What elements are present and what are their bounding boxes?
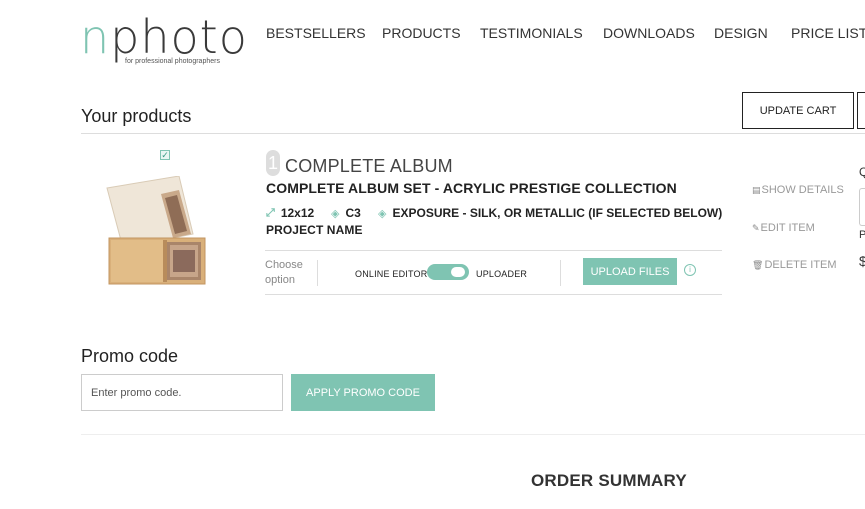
edit-icon: ✎ <box>752 222 760 233</box>
uploader-label: UPLOADER <box>476 269 528 279</box>
item-title: COMPLETE ALBUM <box>285 156 453 176</box>
edit-item-label: EDIT ITEM <box>760 222 815 234</box>
quantity-input-cut[interactable] <box>859 188 865 226</box>
apply-promo-button[interactable]: APPLY PROMO CODE <box>291 374 435 411</box>
nav-price-list[interactable]: PRICE LIST <box>791 25 865 41</box>
options-bottom-divider <box>265 294 722 295</box>
spec-cover-value: C3 <box>345 206 361 220</box>
online-editor-label: ONLINE EDITOR <box>355 269 428 279</box>
nav-downloads[interactable]: DOWNLOADS <box>603 25 695 41</box>
delete-item-link[interactable]: 🗑 DELETE ITEM <box>752 259 837 271</box>
layers-icon: ◈ <box>331 207 340 220</box>
promo-code-input[interactable]: Enter promo code. <box>81 374 283 411</box>
delete-item-label: DELETE ITEM <box>764 259 837 271</box>
layers-icon: ◈ <box>378 207 387 220</box>
options-separator-2 <box>560 260 561 286</box>
nav-design[interactable]: DESIGN <box>714 25 768 41</box>
logo-tagline: for professional photographers <box>125 58 220 65</box>
toggle-knob <box>451 267 465 277</box>
promo-placeholder: Enter promo code. <box>91 386 182 399</box>
order-summary-heading: ORDER SUMMARY <box>531 471 687 490</box>
logo-wordmark: nphoto <box>80 14 252 60</box>
show-details-label: SHOW DETAILS <box>761 184 844 196</box>
trash-icon: 🗑 <box>752 259 764 270</box>
edit-item-link[interactable]: ✎ EDIT ITEM <box>752 222 815 234</box>
update-cart-button[interactable]: UPDATE CART <box>742 92 854 129</box>
price-value-cut: $ <box>859 253 865 269</box>
nav-testimonials[interactable]: TESTIMONIALS <box>480 25 583 41</box>
promo-divider <box>81 434 865 435</box>
logo-letter-n: n <box>80 10 111 64</box>
show-details-link[interactable]: ▤ SHOW DETAILS <box>752 184 844 196</box>
nphoto-logo[interactable]: nphoto for professional photographers <box>80 14 252 68</box>
choose-option-line1: Choose <box>265 259 303 271</box>
quantity-label-cut: Q <box>859 165 865 179</box>
item-subtitle: COMPLETE ALBUM SET - ACRYLIC PRESTIGE CO… <box>266 180 677 196</box>
nav-products[interactable]: PRODUCTS <box>382 25 461 41</box>
project-name: PROJECT NAME <box>266 223 363 237</box>
nav-bestsellers[interactable]: BESTSELLERS <box>266 25 366 41</box>
choose-option-label: Choose option <box>265 258 303 288</box>
promo-heading: Promo code <box>81 346 179 366</box>
options-top-divider <box>265 250 722 251</box>
logo-letters-photo: photo <box>110 10 248 64</box>
spec-size: ⤢ 12x12 <box>266 206 314 220</box>
secondary-cart-button[interactable] <box>857 92 865 129</box>
spec-exposure: ◈ EXPOSURE - SILK, OR METALLIC (IF SELEC… <box>378 206 722 220</box>
options-separator <box>317 260 318 286</box>
resize-icon: ⤢ <box>266 206 275 219</box>
upload-files-button[interactable]: UPLOAD FILES <box>583 258 677 285</box>
item-select-checkbox[interactable]: ✓ <box>160 150 170 160</box>
editor-uploader-toggle[interactable] <box>427 264 469 280</box>
list-icon: ▤ <box>752 184 761 195</box>
spec-cover: ◈ C3 <box>331 206 361 220</box>
info-icon[interactable]: i <box>684 264 696 276</box>
choose-option-line2: option <box>265 274 295 286</box>
spec-size-value: 12x12 <box>280 206 315 220</box>
item-number-badge: 1 <box>266 150 280 176</box>
price-label-cut: P <box>859 229 865 241</box>
spec-exposure-value: EXPOSURE - SILK, OR METALLIC (IF SELECTE… <box>392 206 723 220</box>
products-heading: Your products <box>81 106 192 126</box>
album-product-image <box>106 176 206 285</box>
products-divider <box>81 133 865 134</box>
